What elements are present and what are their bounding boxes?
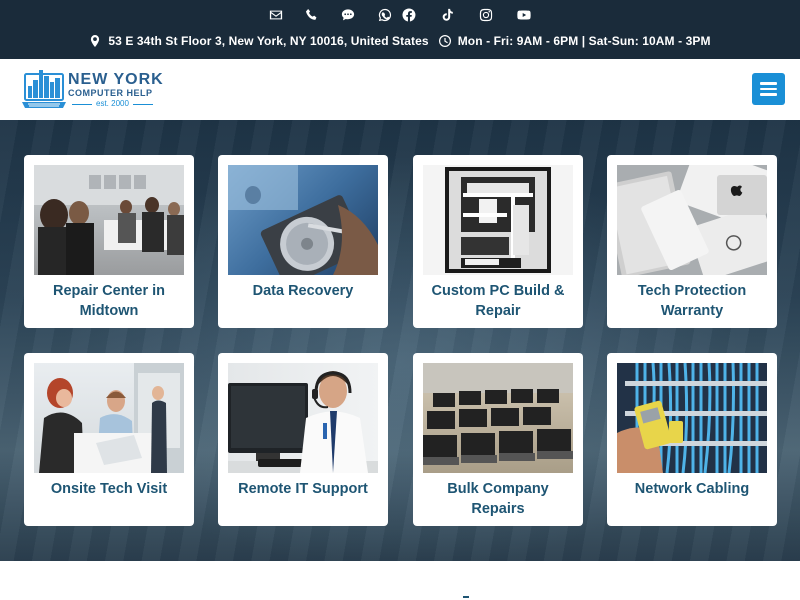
- skyline-laptop-icon: [22, 70, 66, 108]
- hamburger-menu-button[interactable]: [752, 73, 785, 105]
- services-section: Repair Center in Midtown Data Recovery C…: [0, 120, 800, 561]
- map-pin-icon: [91, 35, 100, 47]
- site-logo[interactable]: NEW YORK COMPUTER HELP est. 2000: [22, 66, 167, 112]
- service-title: Custom PC Build & Repair: [431, 283, 565, 319]
- bulk-laptops-photo: [423, 363, 573, 473]
- office-team-photo: [34, 363, 184, 473]
- service-card-remote-it[interactable]: Remote IT Support: [218, 353, 388, 526]
- hours-text: Mon - Fri: 9AM - 6PM | Sat-Sun: 10AM - 3…: [457, 34, 711, 48]
- logo-wordmark: NEW YORK COMPUTER HELP est. 2000: [68, 72, 164, 109]
- address-item[interactable]: 53 E 34th St Floor 3, New York, NY 10016…: [89, 34, 429, 48]
- section-divider: [463, 596, 469, 598]
- site-header: NEW YORK COMPUTER HELP est. 2000: [0, 59, 800, 120]
- service-title: Repair Center in Midtown: [53, 283, 165, 319]
- email-icon[interactable]: [267, 6, 285, 24]
- hard-drive-photo: [228, 165, 378, 275]
- clock-icon: [438, 35, 451, 47]
- instagram-icon[interactable]: [477, 6, 495, 24]
- service-title: Onsite Tech Visit: [50, 481, 168, 497]
- social-icons-row: [0, 6, 800, 24]
- hamburger-menu-icon: [760, 82, 777, 85]
- service-title: Data Recovery: [252, 283, 354, 299]
- service-title: Network Cabling: [634, 481, 750, 497]
- service-card-data-recovery[interactable]: Data Recovery: [218, 155, 388, 328]
- service-title: Tech Protection Warranty: [637, 283, 747, 319]
- next-section: [0, 561, 800, 600]
- facebook-icon[interactable]: [400, 6, 418, 24]
- service-title: Bulk Company Repairs: [447, 481, 549, 517]
- service-card-bulk-repairs[interactable]: Bulk Company Repairs: [413, 353, 583, 526]
- whatsapp-icon[interactable]: [376, 6, 394, 24]
- laptops-photo: [617, 165, 767, 275]
- service-card-onsite-visit[interactable]: Onsite Tech Visit: [24, 353, 194, 526]
- service-card-custom-pc[interactable]: Custom PC Build & Repair: [413, 155, 583, 328]
- custom-pc-photo: [423, 165, 573, 275]
- support-agent-photo: [228, 363, 378, 473]
- tiktok-icon[interactable]: [439, 6, 457, 24]
- service-card-tech-protection[interactable]: Tech Protection Warranty: [607, 155, 777, 328]
- sms-icon[interactable]: [339, 6, 357, 24]
- address-text: 53 E 34th St Floor 3, New York, NY 10016…: [108, 34, 429, 48]
- contact-info-row: 53 E 34th St Floor 3, New York, NY 10016…: [0, 34, 800, 48]
- service-card-repair-center[interactable]: Repair Center in Midtown: [24, 155, 194, 328]
- logo-line1: NEW YORK: [68, 71, 164, 88]
- service-card-network-cabling[interactable]: Network Cabling: [607, 353, 777, 526]
- phone-icon[interactable]: [303, 6, 321, 24]
- youtube-icon[interactable]: [515, 6, 533, 24]
- hours-item: Mon - Fri: 9AM - 6PM | Sat-Sun: 10AM - 3…: [438, 34, 711, 48]
- service-title: Remote IT Support: [238, 481, 368, 497]
- top-bar: 53 E 34th St Floor 3, New York, NY 10016…: [0, 0, 800, 59]
- logo-line3: est. 2000: [68, 99, 164, 109]
- repair-center-photo: [34, 165, 184, 275]
- network-cabling-photo: [617, 363, 767, 473]
- logo-line2: COMPUTER HELP: [68, 88, 153, 98]
